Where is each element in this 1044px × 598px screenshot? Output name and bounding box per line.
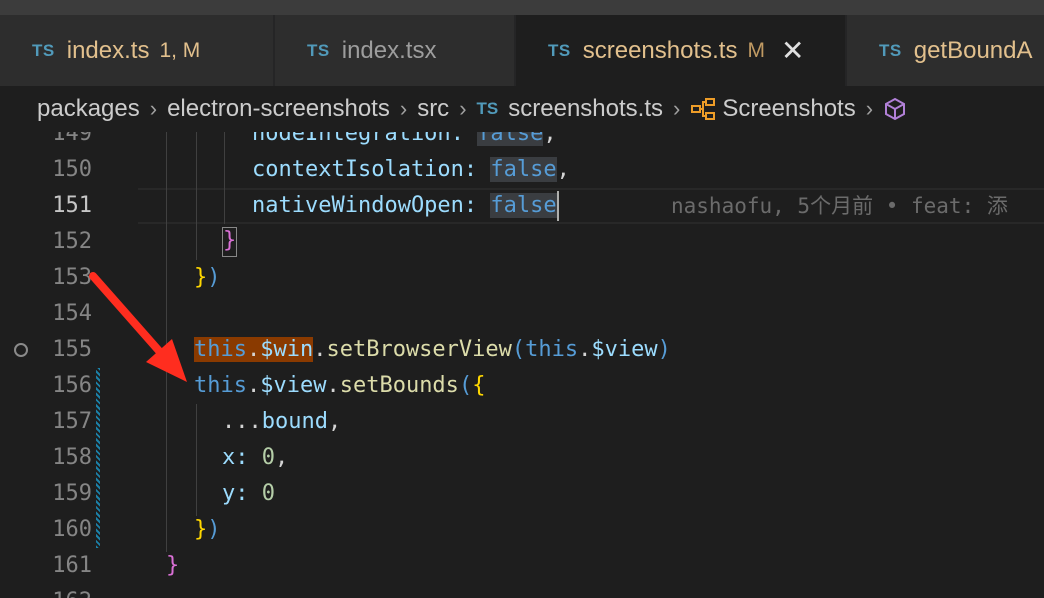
arrow-annotation	[89, 272, 187, 382]
vscode-window: TS index.ts 1, M TS index.tsx TS screens…	[0, 0, 1044, 598]
